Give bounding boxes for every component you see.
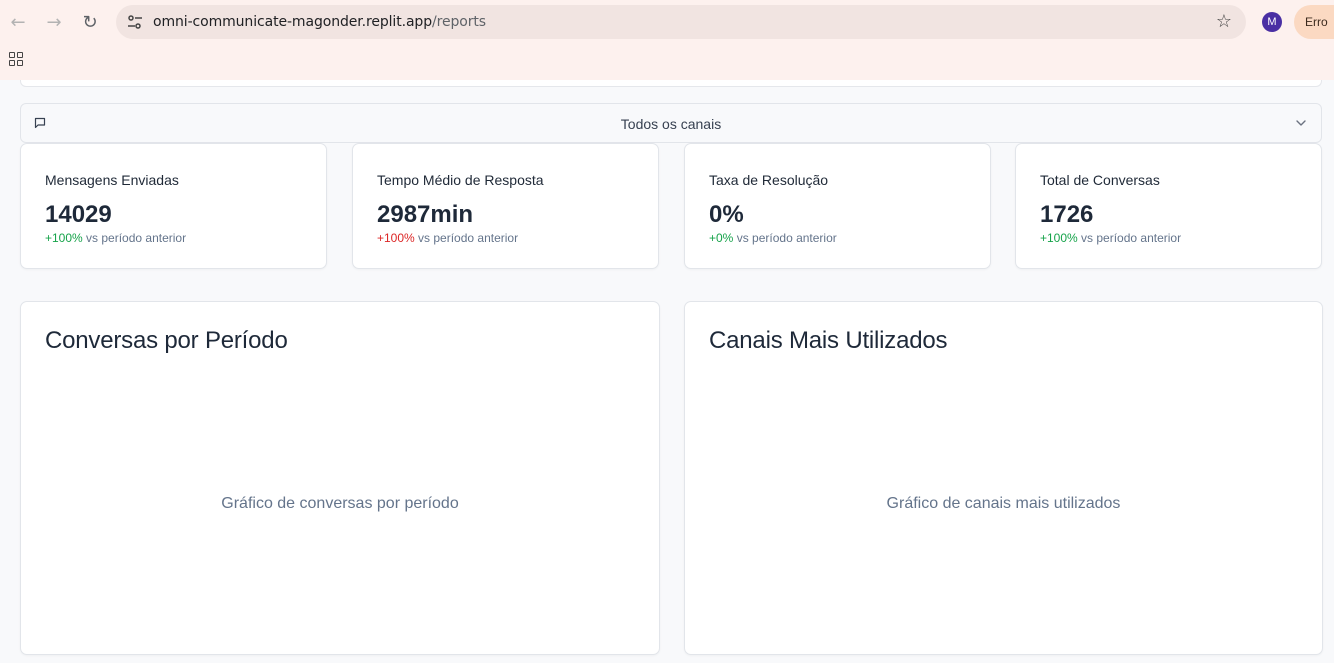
back-button[interactable]: ← (6, 10, 30, 34)
bookmark-button[interactable]: ☆ (1216, 11, 1232, 32)
stat-title: Taxa de Resolução (709, 172, 829, 188)
profile-avatar[interactable]: M (1262, 12, 1282, 32)
arrow-right-icon: → (46, 11, 62, 33)
stat-change: +100% vs período anterior (45, 231, 186, 245)
filter-panel-bottom (20, 80, 1322, 87)
stat-value: 2987min (377, 201, 474, 228)
tune-icon[interactable] (126, 13, 144, 31)
error-label: Erro (1305, 15, 1328, 29)
address-bar[interactable]: omni-communicate-magonder.replit.app/rep… (116, 5, 1246, 39)
stat-change-percent: +100% (377, 231, 415, 245)
stat-change-percent: +100% (45, 231, 83, 245)
stat-card-avg-response-time: Tempo Médio de Resposta 2987min +100% vs… (352, 143, 659, 269)
url-host: omni-communicate-magonder.replit.app (153, 14, 433, 30)
stat-change: +100% vs período anterior (377, 231, 518, 245)
stat-value: 1726 (1040, 201, 1094, 228)
chevron-down-icon (1296, 120, 1306, 126)
stat-change-percent: +100% (1040, 231, 1078, 245)
stat-title: Total de Conversas (1040, 172, 1160, 188)
chart-card-most-used-channels: Canais Mais Utilizados Gráfico de canais… (684, 301, 1323, 655)
stat-title: Tempo Médio de Resposta (377, 172, 544, 188)
reload-icon: ↻ (82, 11, 98, 33)
chart-placeholder: Gráfico de canais mais utilizados (886, 495, 1121, 512)
stat-change-suffix: vs período anterior (418, 231, 519, 245)
avatar-letter: M (1267, 16, 1277, 28)
channel-select-value: Todos os canais (620, 116, 722, 132)
stat-card-total-conversations: Total de Conversas 1726 +100% vs período… (1015, 143, 1322, 269)
error-button[interactable]: Erro (1294, 5, 1334, 39)
channel-select[interactable]: Todos os canais (20, 103, 1322, 143)
apps-grid-icon[interactable] (9, 52, 23, 66)
stat-title: Mensagens Enviadas (45, 172, 179, 188)
stat-change-percent: +0% (709, 231, 734, 245)
chart-card-conversations-by-period: Conversas por Período Gráfico de convers… (20, 301, 660, 655)
stat-change: +100% vs período anterior (1040, 231, 1181, 245)
browser-toolbar: ← → ↻ omni-communicate-magonder.replit.a… (0, 0, 1334, 80)
url-path: /reports (432, 14, 486, 30)
stat-change-suffix: vs período anterior (86, 231, 187, 245)
chart-title: Conversas por Período (45, 327, 288, 354)
stat-change-suffix: vs período anterior (736, 231, 837, 245)
arrow-left-icon: ← (10, 11, 26, 33)
stat-card-messages-sent: Mensagens Enviadas 14029 +100% vs períod… (20, 143, 327, 269)
forward-button[interactable]: → (42, 10, 66, 34)
url-text[interactable]: omni-communicate-magonder.replit.app/rep… (153, 14, 486, 30)
chart-title: Canais Mais Utilizados (709, 327, 948, 354)
reload-button[interactable]: ↻ (78, 10, 102, 34)
stat-change-suffix: vs período anterior (1081, 231, 1182, 245)
stat-value: 14029 (45, 201, 112, 228)
chart-placeholder: Gráfico de conversas por período (221, 495, 459, 512)
star-icon: ☆ (1215, 11, 1232, 32)
stat-change: +0% vs período anterior (709, 231, 837, 245)
stat-value: 0% (709, 201, 744, 228)
stat-card-resolution-rate: Taxa de Resolução 0% +0% vs período ante… (684, 143, 991, 269)
